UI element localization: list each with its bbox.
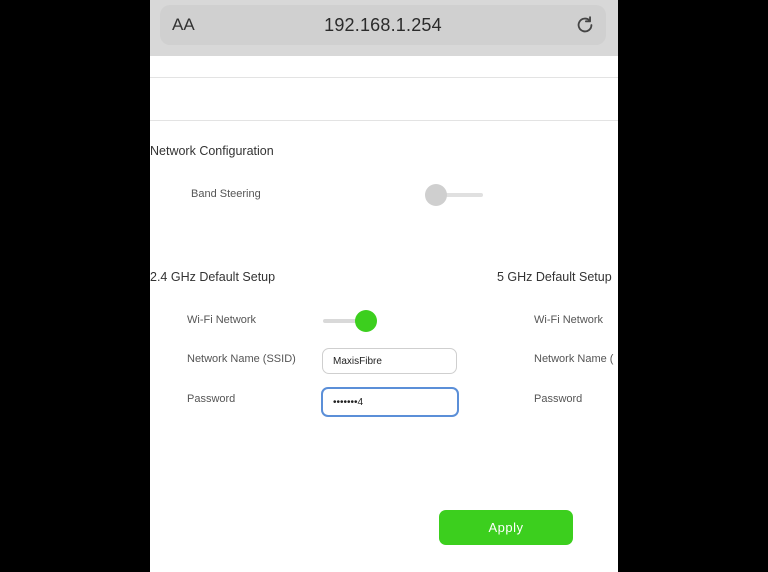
ssid-24-input[interactable] — [322, 348, 457, 374]
toggle-knob — [425, 184, 447, 206]
divider — [150, 77, 618, 78]
text-size-button[interactable]: AA — [172, 15, 195, 35]
password-5-label: Password — [534, 393, 583, 405]
ssid-5-label: Network Name ( — [534, 353, 614, 365]
ssid-24-label: Network Name (SSID) — [187, 353, 296, 365]
divider — [150, 120, 618, 121]
setup-24ghz-title: 2.4 GHz Default Setup — [150, 270, 276, 284]
address-bar[interactable]: AA 192.168.1.254 — [160, 5, 606, 45]
browser-top-bar: AA 192.168.1.254 — [150, 0, 618, 56]
wifi-network-5-label: Wi-Fi Network — [534, 314, 604, 326]
apply-button[interactable]: Apply — [439, 510, 573, 545]
network-configuration-title: Network Configuration — [150, 144, 274, 158]
password-24-input[interactable] — [321, 387, 459, 417]
band-steering-toggle[interactable] — [425, 182, 483, 208]
wifi-network-24-toggle[interactable] — [323, 308, 379, 334]
password-24-label: Password — [187, 393, 236, 405]
band-steering-label: Band Steering — [191, 188, 261, 200]
toggle-knob — [355, 310, 377, 332]
phone-screen: AA 192.168.1.254 Network Configuration B… — [150, 0, 618, 572]
reload-icon[interactable] — [574, 14, 596, 36]
url-text[interactable]: 192.168.1.254 — [324, 15, 442, 36]
wifi-network-24-label: Wi-Fi Network — [187, 314, 257, 326]
setup-5ghz-title: 5 GHz Default Setup — [497, 270, 612, 284]
